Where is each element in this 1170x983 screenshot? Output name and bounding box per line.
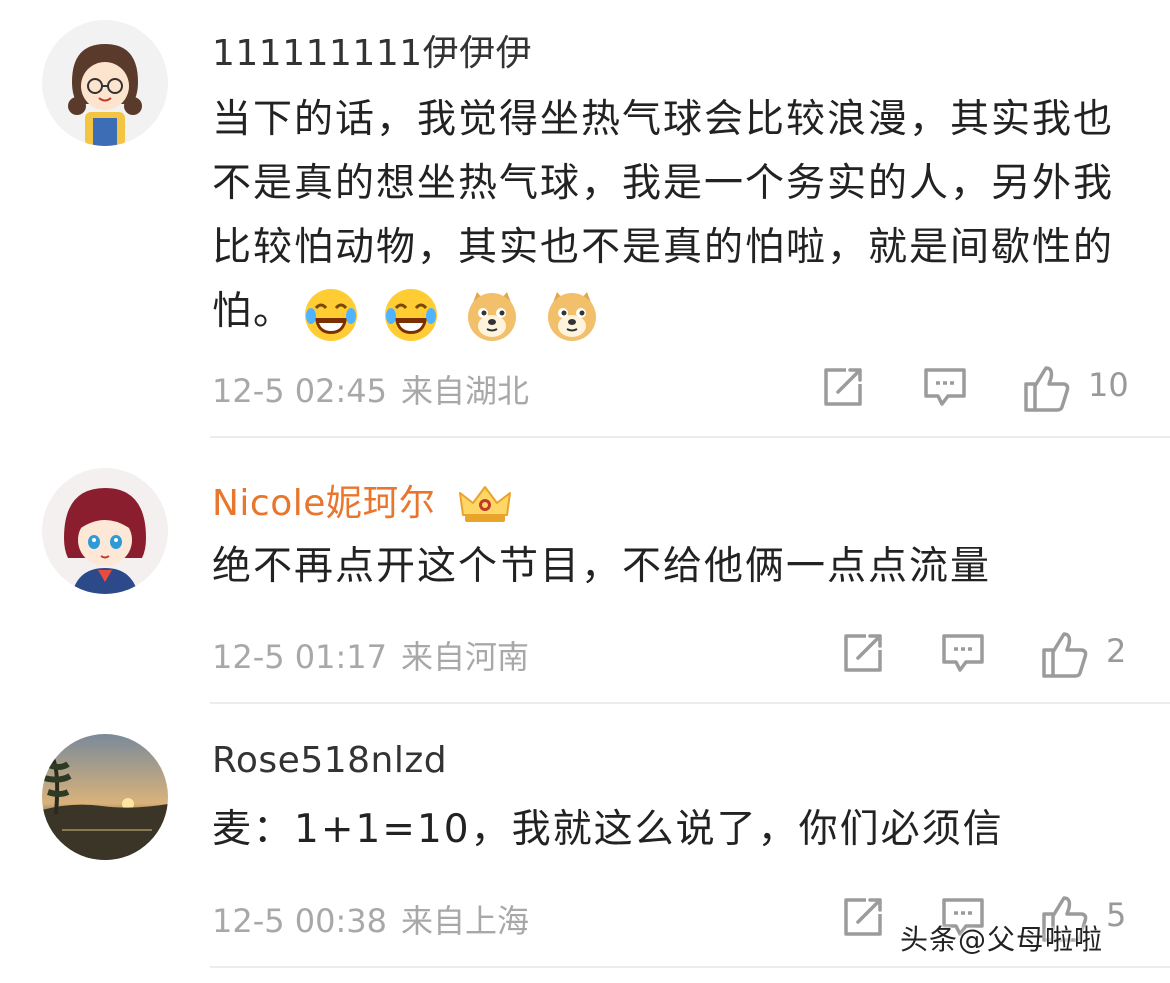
laugh-cry-emoji (385, 289, 438, 341)
divider (210, 702, 1170, 704)
share-icon[interactable] (840, 894, 886, 940)
thumbs-up-icon[interactable] (1040, 630, 1090, 680)
username-text: Nicole妮珂尔 (212, 483, 436, 524)
comment-text: 麦：1+1=10，我就这么说了，你们必须信 (212, 798, 1137, 862)
like-count: 2 (1106, 632, 1127, 670)
comment-icon[interactable] (940, 630, 986, 676)
username[interactable]: 111111111伊伊伊 (212, 24, 532, 76)
watermark: 头条@父母啦啦 (900, 923, 1104, 956)
divider (210, 966, 1170, 968)
divider (210, 436, 1170, 438)
avatar[interactable] (42, 734, 168, 860)
crown-badge-icon (459, 486, 512, 522)
comment-actions: 10 (0, 364, 1170, 414)
username[interactable]: Nicole妮珂尔 (212, 474, 513, 526)
like-count: 5 (1106, 896, 1127, 934)
doge-emoji (467, 292, 516, 341)
emoji-group (302, 282, 609, 346)
share-icon[interactable] (820, 364, 866, 410)
comment-text: 绝不再点开这个节目，不给他俩一点点流量 (212, 535, 1137, 599)
avatar[interactable] (42, 468, 168, 594)
comment-icon[interactable] (922, 364, 968, 410)
avatar[interactable] (42, 20, 168, 146)
comment-text-body: 绝不再点开这个节目，不给他俩一点点流量 (212, 544, 992, 589)
comment-text: 当下的话，我觉得坐热气球会比较浪漫，其实我也不是真的想坐热气球，我是一个务实的人… (212, 88, 1137, 346)
share-icon[interactable] (840, 630, 886, 676)
like-count: 10 (1088, 366, 1129, 404)
comment-text-body: 麦：1+1=10，我就这么说了，你们必须信 (212, 807, 1004, 852)
username[interactable]: Rose518nlzd (212, 740, 447, 781)
laugh-cry-emoji (305, 289, 358, 341)
comment-actions: 2 (0, 630, 1170, 680)
doge-emoji (548, 292, 597, 341)
thumbs-up-icon[interactable] (1022, 364, 1072, 414)
